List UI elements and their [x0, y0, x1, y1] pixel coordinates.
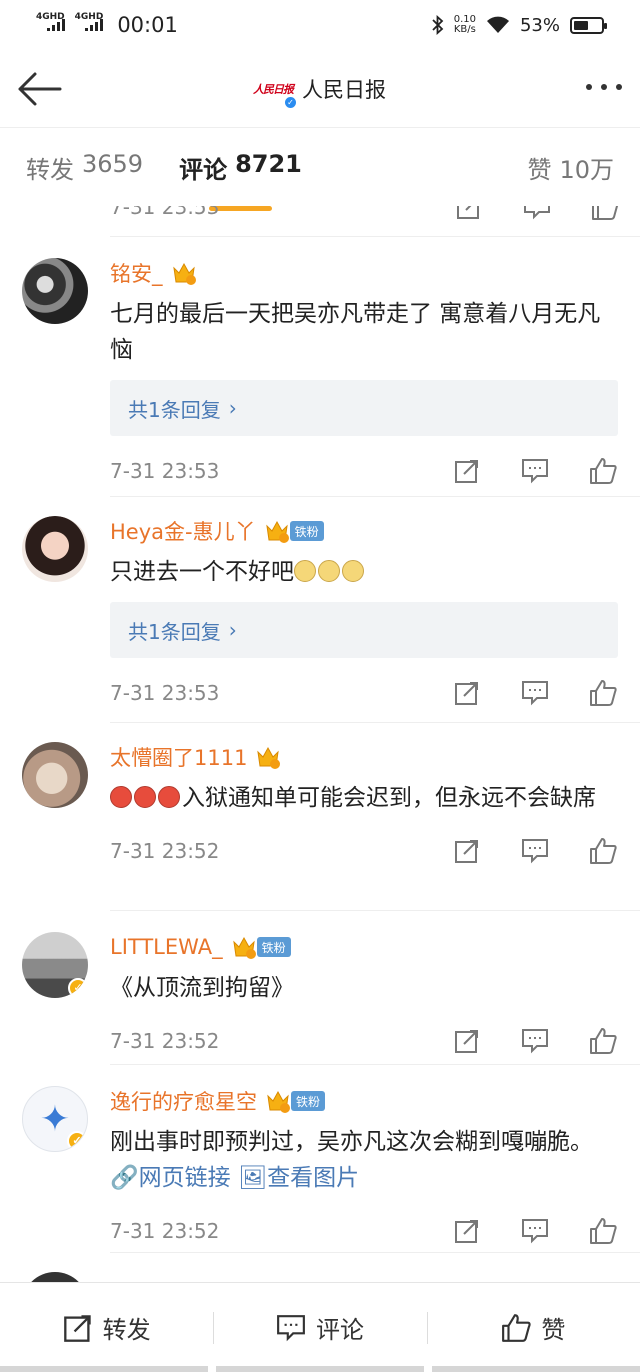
chevron-right-icon: ›	[228, 618, 237, 642]
comment-icon[interactable]	[522, 206, 552, 222]
avatar[interactable]	[22, 516, 88, 582]
network-speed: 0.10 KB/s	[453, 14, 476, 35]
doge-emoji-icon	[342, 560, 364, 582]
username[interactable]: 太懵圈了1111	[110, 742, 247, 772]
image-icon: 🖼	[237, 1165, 268, 1191]
verified-icon: ✓	[67, 1131, 87, 1151]
clock: 00:01	[117, 13, 178, 37]
crown-badge-icon	[257, 746, 281, 769]
tab-reposts[interactable]: 转发 3659	[26, 150, 143, 185]
comment-time: 7-31 23:53	[110, 206, 220, 219]
username[interactable]: LITTLEWA_	[110, 935, 223, 959]
page-title: 人民日报	[302, 77, 386, 102]
username[interactable]: 铭安_	[110, 258, 163, 288]
like-icon[interactable]	[590, 206, 620, 222]
comment-time: 7-31 23:52	[110, 1219, 220, 1243]
tab-bar: 转发 3659 评论 8721 赞 10万	[0, 128, 640, 211]
network-label-2: 4GHD	[74, 12, 104, 22]
more-icon[interactable]	[586, 84, 622, 90]
avatar-glyph: ✦	[39, 1098, 71, 1140]
reply-summary[interactable]: 共1条回复 ›	[110, 602, 618, 658]
crown-badge-icon	[265, 520, 289, 543]
fan-badge: 铁粉	[291, 1091, 326, 1111]
status-bar: 4GHD 4GHD 00:01 0.10 KB/s 53%	[0, 0, 640, 50]
network-label-1: 4GHD	[36, 12, 65, 22]
share-icon[interactable]	[454, 206, 484, 222]
comment-icon[interactable]	[520, 1216, 550, 1246]
share-icon[interactable]	[452, 1026, 482, 1056]
back-arrow-icon[interactable]	[16, 70, 62, 108]
comment-list[interactable]: 7-31 23:53 铭安_ 七月的最后一天把吴亦凡带走了 寓意着八月无凡恼 共…	[0, 206, 640, 1282]
account-header[interactable]: 人民日报 ✓ 人民日报	[253, 70, 386, 110]
verified-icon: ✓	[68, 978, 88, 998]
comment-text: 七月的最后一天把吴亦凡带走了 寓意着八月无凡恼	[110, 301, 601, 363]
fan-badge: 铁粉	[256, 937, 291, 957]
avatar[interactable]: ✦ ✓	[22, 1086, 88, 1152]
crown-badge-icon	[232, 936, 256, 959]
comment-text: 入狱通知单可能会迟到，但永远不会缺席	[110, 780, 618, 816]
like-icon[interactable]	[588, 456, 618, 486]
share-icon[interactable]	[452, 678, 482, 708]
like-icon[interactable]	[588, 836, 618, 866]
username[interactable]: 逸行的疗愈星空	[110, 1086, 257, 1116]
share-icon[interactable]	[452, 1216, 482, 1246]
share-icon[interactable]	[452, 836, 482, 866]
verified-icon: ✓	[283, 94, 298, 110]
angry-emoji-icon	[110, 786, 132, 808]
comment-icon[interactable]	[520, 836, 550, 866]
comment-icon[interactable]	[520, 456, 550, 486]
avatar[interactable]: ✓	[22, 932, 88, 998]
battery-icon	[570, 16, 607, 34]
gesture-bar	[0, 1366, 640, 1372]
comment-time: 7-31 23:52	[110, 1029, 220, 1053]
avatar[interactable]	[22, 258, 88, 324]
avatar[interactable]	[22, 1272, 88, 1282]
comment-icon[interactable]	[520, 678, 550, 708]
web-link[interactable]: 🔗网页链接	[110, 1165, 231, 1191]
like-icon[interactable]	[588, 1026, 618, 1056]
username[interactable]: Heya金-惠儿丫	[110, 516, 256, 546]
crown-badge-icon	[172, 262, 196, 285]
comment-text: 《从顶流到拘留》	[110, 975, 294, 1001]
fan-badge: 铁粉	[289, 521, 324, 541]
doge-emoji-icon	[294, 560, 316, 582]
comment-time: 7-31 23:53	[110, 681, 220, 705]
bluetooth-icon	[432, 15, 444, 35]
angry-emoji-icon	[158, 786, 180, 808]
comment-icon[interactable]	[520, 1026, 550, 1056]
chevron-right-icon: ›	[228, 396, 237, 420]
tab-likes[interactable]: 赞 10万	[527, 150, 614, 185]
share-icon	[63, 1314, 91, 1342]
comment-text: 刚出事时即预判过，吴亦凡这次会糊到嘎嘣脆。 🔗网页链接 🖼查看图片	[110, 1129, 593, 1191]
comment-icon	[277, 1314, 305, 1341]
share-icon[interactable]	[452, 456, 482, 486]
signal-group-1: 4GHD	[36, 13, 65, 31]
doge-emoji-icon	[318, 560, 340, 582]
like-icon[interactable]	[588, 1216, 618, 1246]
link-icon: 🔗	[110, 1165, 139, 1191]
comment-text: 只进去一个不好吧	[110, 554, 618, 590]
battery-percent: 53%	[519, 14, 560, 36]
clipped-comment-meta: 7-31 23:53	[110, 206, 620, 222]
like-icon[interactable]	[588, 678, 618, 708]
avatar[interactable]	[22, 742, 88, 808]
reply-summary[interactable]: 共1条回复 ›	[110, 380, 618, 436]
nav-bar: 人民日报 ✓ 人民日报	[0, 50, 640, 128]
angry-emoji-icon	[134, 786, 156, 808]
peoples-daily-logo: 人民日报 ✓	[253, 70, 298, 110]
comment-time: 7-31 23:53	[110, 459, 220, 483]
repost-button[interactable]: 转发	[0, 1298, 213, 1358]
view-image-link[interactable]: 🖼查看图片	[238, 1165, 359, 1191]
signal-group-2: 4GHD	[75, 13, 104, 31]
like-icon	[502, 1313, 531, 1342]
like-button[interactable]: 赞	[426, 1298, 640, 1358]
tab-comments[interactable]: 评论 8721	[179, 150, 302, 211]
crown-badge-icon	[267, 1090, 290, 1113]
wifi-icon	[486, 16, 509, 33]
comment-button[interactable]: 评论	[213, 1298, 426, 1358]
comment-time: 7-31 23:52	[110, 839, 220, 863]
bottom-action-bar: 转发 评论 赞	[0, 1282, 640, 1372]
